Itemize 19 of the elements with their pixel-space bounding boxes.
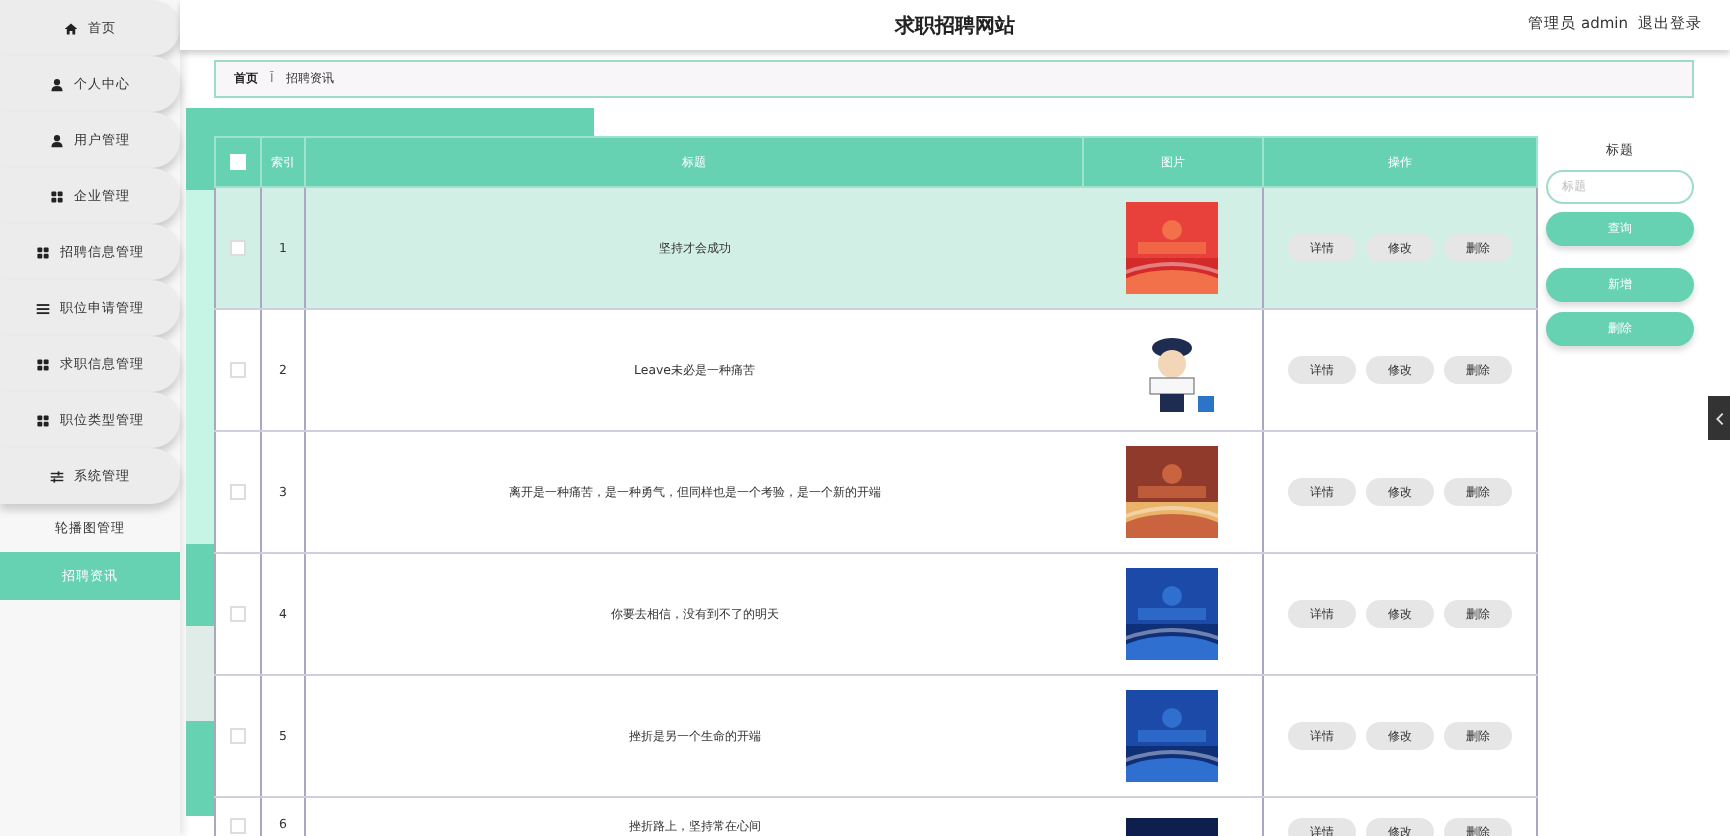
select-all-checkbox[interactable] bbox=[230, 154, 246, 170]
site-title: 求职招聘网站 bbox=[895, 13, 1015, 39]
grid-icon bbox=[36, 357, 50, 371]
row-checkbox[interactable] bbox=[230, 484, 246, 500]
row-checkbox[interactable] bbox=[230, 728, 246, 744]
chevron-left-icon bbox=[1715, 411, 1723, 425]
grid-icon bbox=[36, 245, 50, 259]
row-checkbox[interactable] bbox=[230, 362, 246, 378]
grid-icon bbox=[50, 189, 64, 203]
row-checkbox[interactable] bbox=[230, 818, 246, 834]
row-checkbox[interactable] bbox=[230, 240, 246, 256]
list-icon bbox=[36, 301, 50, 315]
row-checkbox[interactable] bbox=[230, 606, 246, 622]
collapse-tab[interactable] bbox=[1708, 396, 1730, 440]
user-icon bbox=[50, 77, 64, 91]
grid-icon bbox=[36, 413, 50, 427]
home-icon bbox=[64, 21, 78, 35]
user-icon bbox=[50, 133, 64, 147]
sliders-icon bbox=[50, 469, 64, 483]
